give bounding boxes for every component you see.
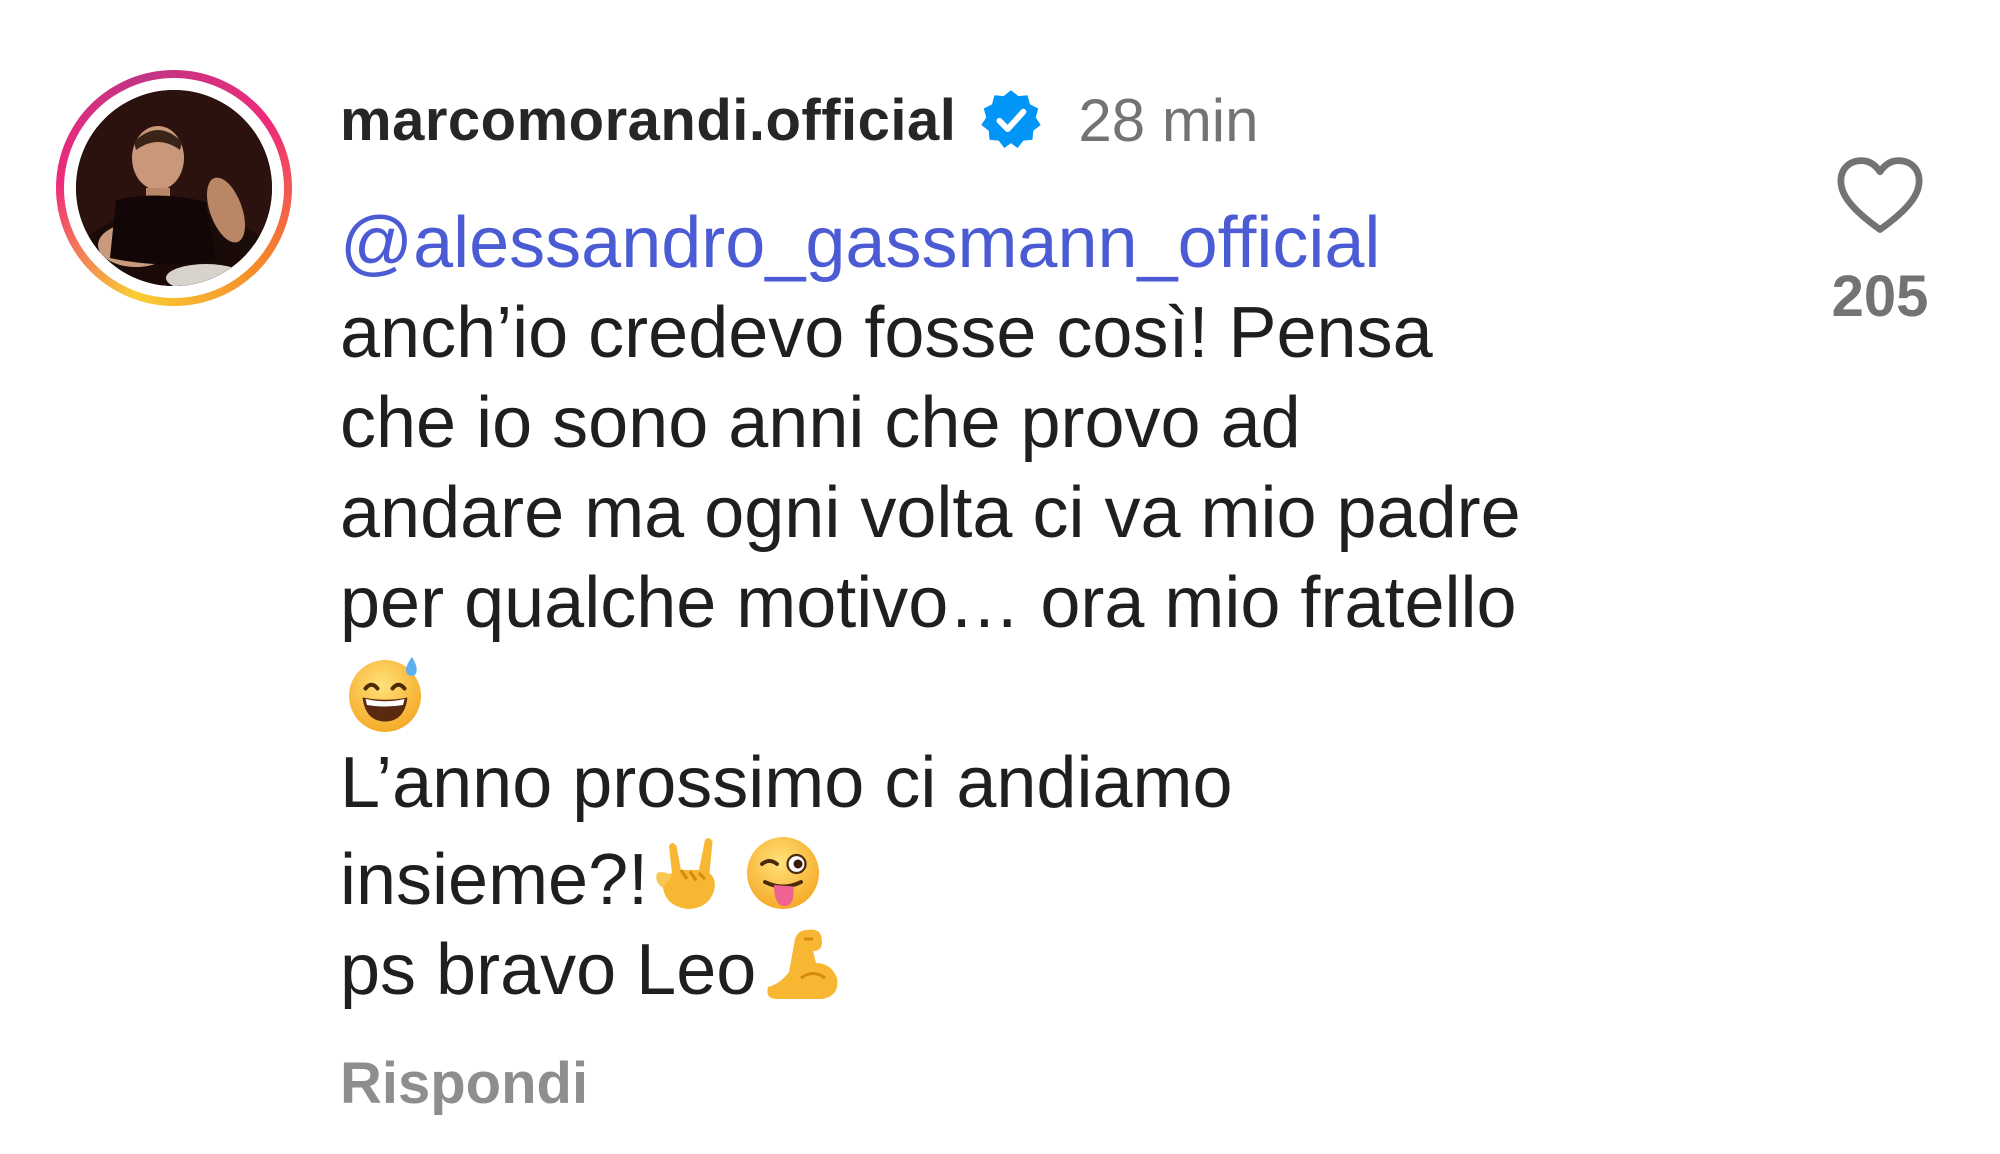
comment-line: ps bravo Leo bbox=[340, 930, 757, 1010]
comment-line: L’anno prossimo ci andiamo bbox=[340, 743, 1233, 823]
avatar-story-ring[interactable] bbox=[56, 70, 292, 306]
like-column: 205 bbox=[1800, 155, 1960, 330]
comment-line: andare ma ogni volta ci va mio padre bbox=[340, 473, 1521, 553]
comment: marcomorandi.official 28 min @alessandro… bbox=[0, 0, 2000, 1154]
rock-hand-emoji bbox=[648, 828, 738, 918]
comment-line: per qualche motivo… ora mio fratello bbox=[340, 563, 1517, 643]
avatar-gap bbox=[64, 78, 284, 298]
username-link[interactable]: marcomorandi.official bbox=[340, 87, 956, 154]
winking-tongue-emoji bbox=[738, 828, 828, 918]
grinning-sweat-emoji bbox=[340, 648, 430, 738]
comment-header: marcomorandi.official 28 min bbox=[340, 80, 1259, 160]
comment-line: anch’io credevo fosse così! Pensa bbox=[340, 293, 1433, 373]
reply-button[interactable]: Rispondi bbox=[340, 1050, 588, 1117]
like-count: 205 bbox=[1831, 264, 1929, 329]
comment-line: che io sono anni che provo ad bbox=[340, 383, 1301, 463]
mention-link[interactable]: @alessandro_gassmann_official bbox=[340, 203, 1380, 283]
comment-line: insieme?! bbox=[340, 840, 649, 920]
comment-timestamp: 28 min bbox=[1078, 86, 1259, 154]
avatar-photo bbox=[76, 90, 272, 286]
heart-icon[interactable] bbox=[1834, 155, 1926, 237]
avatar bbox=[76, 90, 272, 286]
comment-body: @alessandro_gassmann_official anch’io cr… bbox=[340, 198, 1740, 1010]
flexed-biceps-emoji bbox=[756, 918, 846, 1008]
verified-badge-icon bbox=[978, 87, 1044, 153]
